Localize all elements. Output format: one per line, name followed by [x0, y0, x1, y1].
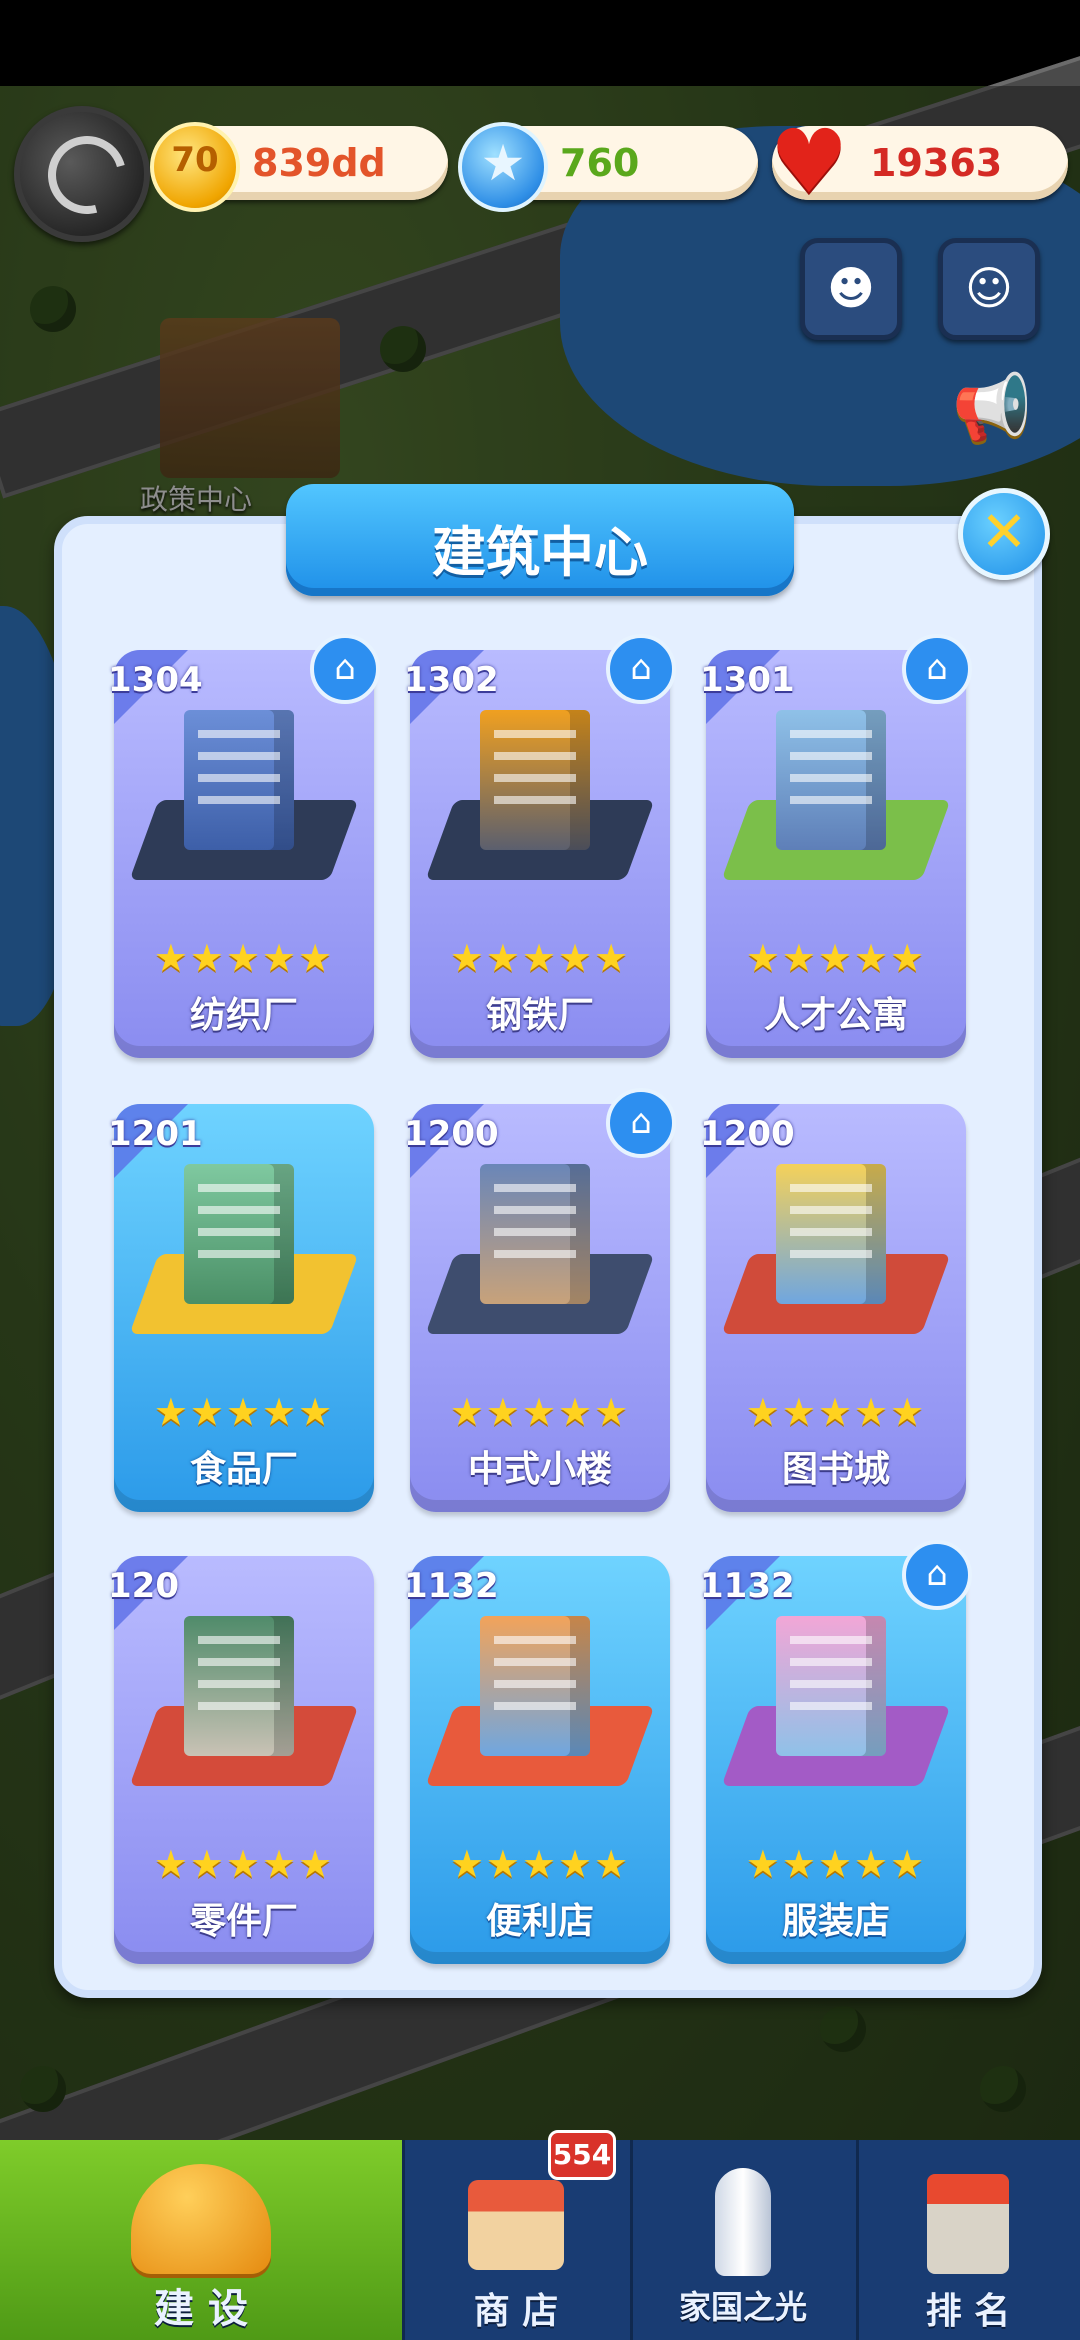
home-icon: ⌂	[310, 634, 380, 704]
building-name: 便利店	[485, 1901, 594, 1942]
ghost-icon: ☻	[827, 261, 875, 315]
building-level: 1301	[700, 660, 795, 700]
building-level: 1132	[700, 1566, 795, 1606]
star-rating: ★★★★★	[153, 1390, 335, 1434]
star-rating: ★★★★★	[745, 1390, 927, 1434]
star-coin-icon: ★	[458, 122, 548, 212]
building-name: 纺织厂	[189, 995, 298, 1036]
ranking-tower-icon	[927, 2174, 1009, 2274]
star-rating: ★★★★★	[449, 1390, 631, 1434]
building-card[interactable]: 1132 ★★★★★ 便利店	[404, 1556, 670, 1964]
building-card[interactable]: 1132 ⌂ ★★★★★ 服装店	[700, 1540, 972, 1964]
building-card[interactable]: 1200 ★★★★★ 图书城	[700, 1104, 966, 1512]
shop-badge: 554	[548, 2130, 616, 2180]
coin-value: 839dd	[252, 141, 386, 185]
star-rating: ★★★★★	[153, 1842, 335, 1886]
bottom-nav: 建 设 商 店 家国之光 排 名	[0, 2140, 1080, 2340]
building-card[interactable]: 1201 ★★★★★ 食品厂	[108, 1104, 374, 1512]
star-rating: ★★★★★	[745, 936, 927, 980]
nav-home-light-label: 家国之光	[678, 2288, 807, 2326]
building-card[interactable]: 1302 ⌂ ★★★★★ 钢铁厂	[404, 634, 676, 1058]
hard-hat-icon	[131, 2164, 271, 2274]
building-art	[721, 690, 951, 890]
star-counter[interactable]: ★ 760	[458, 122, 758, 212]
building-art	[721, 1144, 951, 1344]
nav-build-label: 建 设	[154, 2286, 248, 2332]
game-screen: 政策中心 70 839dd ★ 760 ♥ 19363 ☻ ☺ 📢 建筑中心 ✕…	[0, 0, 1080, 2340]
building-level: 1302	[404, 660, 499, 700]
nav-rank[interactable]: 排 名	[856, 2140, 1080, 2340]
player-avatar[interactable]	[14, 106, 150, 242]
building-level: 1304	[108, 660, 203, 700]
star-rating: ★★★★★	[449, 1842, 631, 1886]
building-level: 1201	[108, 1114, 203, 1154]
avatar-icon	[33, 121, 141, 229]
building-name: 服装店	[781, 1901, 890, 1942]
nav-build[interactable]: 建 设	[0, 2140, 405, 2340]
close-icon: ✕	[980, 500, 1028, 565]
ghost-event-button[interactable]: ☻	[800, 238, 902, 340]
star-rating: ★★★★★	[449, 936, 631, 980]
status-bar	[0, 0, 1080, 86]
nav-home-light[interactable]: 家国之光	[630, 2140, 859, 2340]
home-icon: ⌂	[606, 634, 676, 704]
building-level: 1132	[404, 1566, 499, 1606]
megaphone-icon[interactable]: 📢	[944, 360, 1040, 456]
building-level: 1200	[700, 1114, 795, 1154]
heart-counter[interactable]: ♥ 19363	[770, 118, 1068, 206]
building-name: 食品厂	[189, 1449, 298, 1490]
building-art	[425, 1144, 655, 1344]
building-art	[129, 1596, 359, 1796]
heart-value: 19363	[870, 141, 1003, 185]
nav-shop-label: 商 店	[473, 2291, 559, 2332]
close-button[interactable]: ✕	[958, 488, 1050, 580]
building-art	[721, 1596, 951, 1796]
home-icon: ⌂	[902, 634, 972, 704]
building-art	[129, 1144, 359, 1344]
nav-rank-label: 排 名	[925, 2291, 1011, 2332]
coin-counter[interactable]: 70 839dd	[150, 122, 448, 212]
building-art	[425, 1596, 655, 1796]
home-icon: ⌂	[606, 1088, 676, 1158]
team-button[interactable]: ☺	[938, 238, 1040, 340]
star-value: 760	[560, 141, 640, 185]
building-name: 人才公寓	[763, 995, 908, 1036]
building-name: 钢铁厂	[485, 995, 594, 1036]
building-art	[425, 690, 655, 890]
building-card[interactable]: 1200 ⌂ ★★★★★ 中式小楼	[404, 1088, 676, 1512]
coin-icon: 70	[150, 122, 240, 212]
team-icon: ☺	[965, 261, 1013, 315]
star-rating: ★★★★★	[745, 1842, 927, 1886]
building-art	[129, 690, 359, 890]
building-card[interactable]: 1301 ⌂ ★★★★★ 人才公寓	[700, 634, 972, 1058]
dialog-title: 建筑中心	[432, 521, 648, 584]
building-level: 1200	[404, 1114, 499, 1154]
home-icon: ⌂	[902, 1540, 972, 1610]
building-name: 中式小楼	[467, 1449, 612, 1490]
heart-icon: ♥	[769, 110, 849, 213]
building-name: 图书城	[781, 1449, 890, 1490]
building-name: 零件厂	[189, 1901, 298, 1942]
dialog-title-bar: 建筑中心	[286, 484, 794, 596]
building-card[interactable]: 120 ★★★★★ 零件厂	[108, 1556, 374, 1964]
rocket-icon	[715, 2168, 771, 2276]
shop-icon	[468, 2180, 564, 2270]
building-card[interactable]: 1304 ⌂ ★★★★★ 纺织厂	[108, 634, 380, 1058]
star-rating: ★★★★★	[153, 936, 335, 980]
building-level: 120	[108, 1566, 179, 1606]
